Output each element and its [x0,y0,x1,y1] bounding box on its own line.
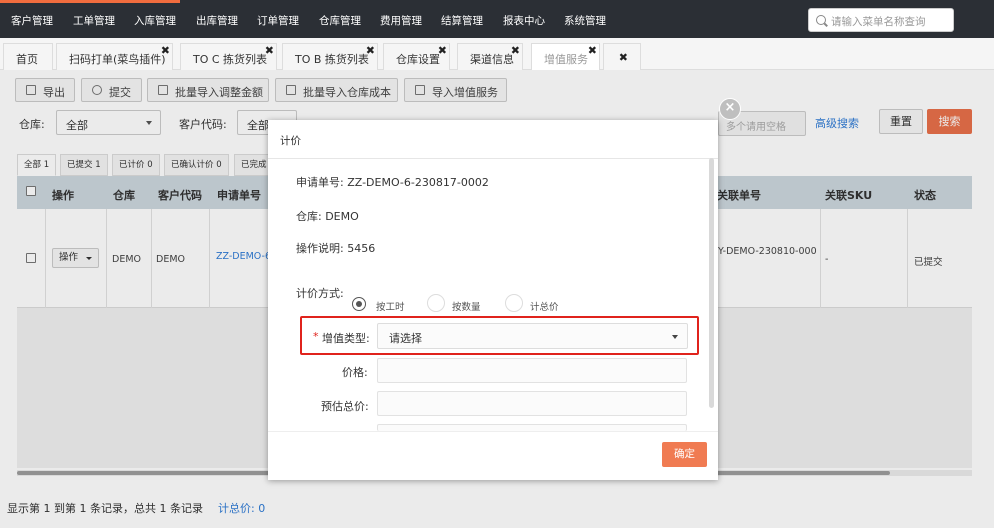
service-type-select[interactable]: 请选择 [377,323,688,349]
tab-channel-info[interactable]: 渠道信息 ✖ [457,43,523,70]
tab-warehouse-settings[interactable]: 仓库设置 ✖ [383,43,450,70]
service-type-label: 增值类型: [322,332,370,345]
close-icon: ✖ [618,51,628,64]
menu-search-placeholder: 请输入菜单名称查询 [831,16,926,28]
tab-tob-picking[interactable]: TO B 拣货列表 ✖ [282,43,378,70]
search-icon [816,15,826,25]
nav-report-center[interactable]: 报表中心 [503,13,545,28]
close-icon[interactable]: ✖ [265,45,274,57]
price-label: 价格: [342,366,368,379]
radio-by-hours-label: 按工时 [376,302,405,313]
required-mark: * [313,330,319,343]
order-number-info: 申请单号: ZZ-DEMO-6-230817-0002 [296,176,489,189]
tab-toc-picking[interactable]: TO C 拣货列表 ✖ [180,43,277,70]
nav-system-management[interactable]: 系统管理 [564,13,606,28]
close-all-tabs-button[interactable]: ✖ [603,43,641,70]
radio-total-price-label: 计总价 [530,302,559,313]
tab-label: TO C 拣货列表 [193,53,268,66]
pricing-method-label: 计价方式: [296,287,344,300]
tab-label: 仓库设置 [396,53,440,66]
close-icon[interactable]: ✖ [438,45,447,57]
tab-label: 扫码打单(菜鸟插件) [69,53,166,66]
radio-by-quantity[interactable] [427,294,445,312]
nav-outbound-management[interactable]: 出库管理 [196,13,238,28]
top-navigation: 客户管理 工单管理 入库管理 出库管理 订单管理 仓库管理 费用管理 结算管理 … [0,0,994,38]
estimated-total-label: 预估总价: [321,400,369,413]
dialog-scrollbar[interactable] [709,158,714,408]
dialog-title: 计价 [280,135,301,147]
tab-label: 增值服务 [544,53,588,66]
chevron-down-icon [672,335,678,339]
close-icon[interactable]: ✖ [366,45,375,57]
tab-label: 首页 [16,53,38,66]
brand-accent-bar [0,0,180,3]
page-tabs-bar: 首页 扫码打单(菜鸟插件) ✖ TO C 拣货列表 ✖ TO B 拣货列表 ✖ … [0,38,994,70]
radio-by-hours[interactable] [352,297,366,311]
close-icon[interactable]: ✖ [588,45,597,57]
select-value: 请选择 [389,332,422,345]
tab-value-added-services[interactable]: 增值服务 ✖ [531,43,600,70]
close-icon[interactable]: ✖ [511,45,520,57]
menu-search-input[interactable]: 请输入菜单名称查询 [808,8,954,32]
radio-total-price[interactable] [505,294,523,312]
next-field-input[interactable] [377,424,687,431]
warehouse-info: 仓库: DEMO [296,210,359,223]
tab-label: TO B 拣货列表 [295,53,369,66]
dialog-footer-divider [268,431,718,432]
tab-scan-print[interactable]: 扫码打单(菜鸟插件) ✖ [56,43,173,70]
confirm-button[interactable]: 确定 [662,442,707,467]
nav-workorder-management[interactable]: 工单管理 [73,13,115,28]
nav-warehouse-management[interactable]: 仓库管理 [319,13,361,28]
nav-fee-management[interactable]: 费用管理 [380,13,422,28]
tab-label: 渠道信息 [470,53,514,66]
nav-order-management[interactable]: 订单管理 [257,13,299,28]
nav-inbound-management[interactable]: 入库管理 [134,13,176,28]
nav-customer-management[interactable]: 客户管理 [11,13,53,28]
radio-by-quantity-label: 按数量 [452,302,481,313]
tab-home[interactable]: 首页 [3,43,53,70]
operation-description-info: 操作说明: 5456 [296,242,376,255]
dialog-divider [268,158,718,159]
nav-settlement-management[interactable]: 结算管理 [441,13,483,28]
close-icon[interactable]: ✖ [161,45,170,57]
close-icon[interactable]: × [719,98,741,120]
estimated-total-input[interactable] [377,391,687,416]
price-input[interactable] [377,358,687,383]
